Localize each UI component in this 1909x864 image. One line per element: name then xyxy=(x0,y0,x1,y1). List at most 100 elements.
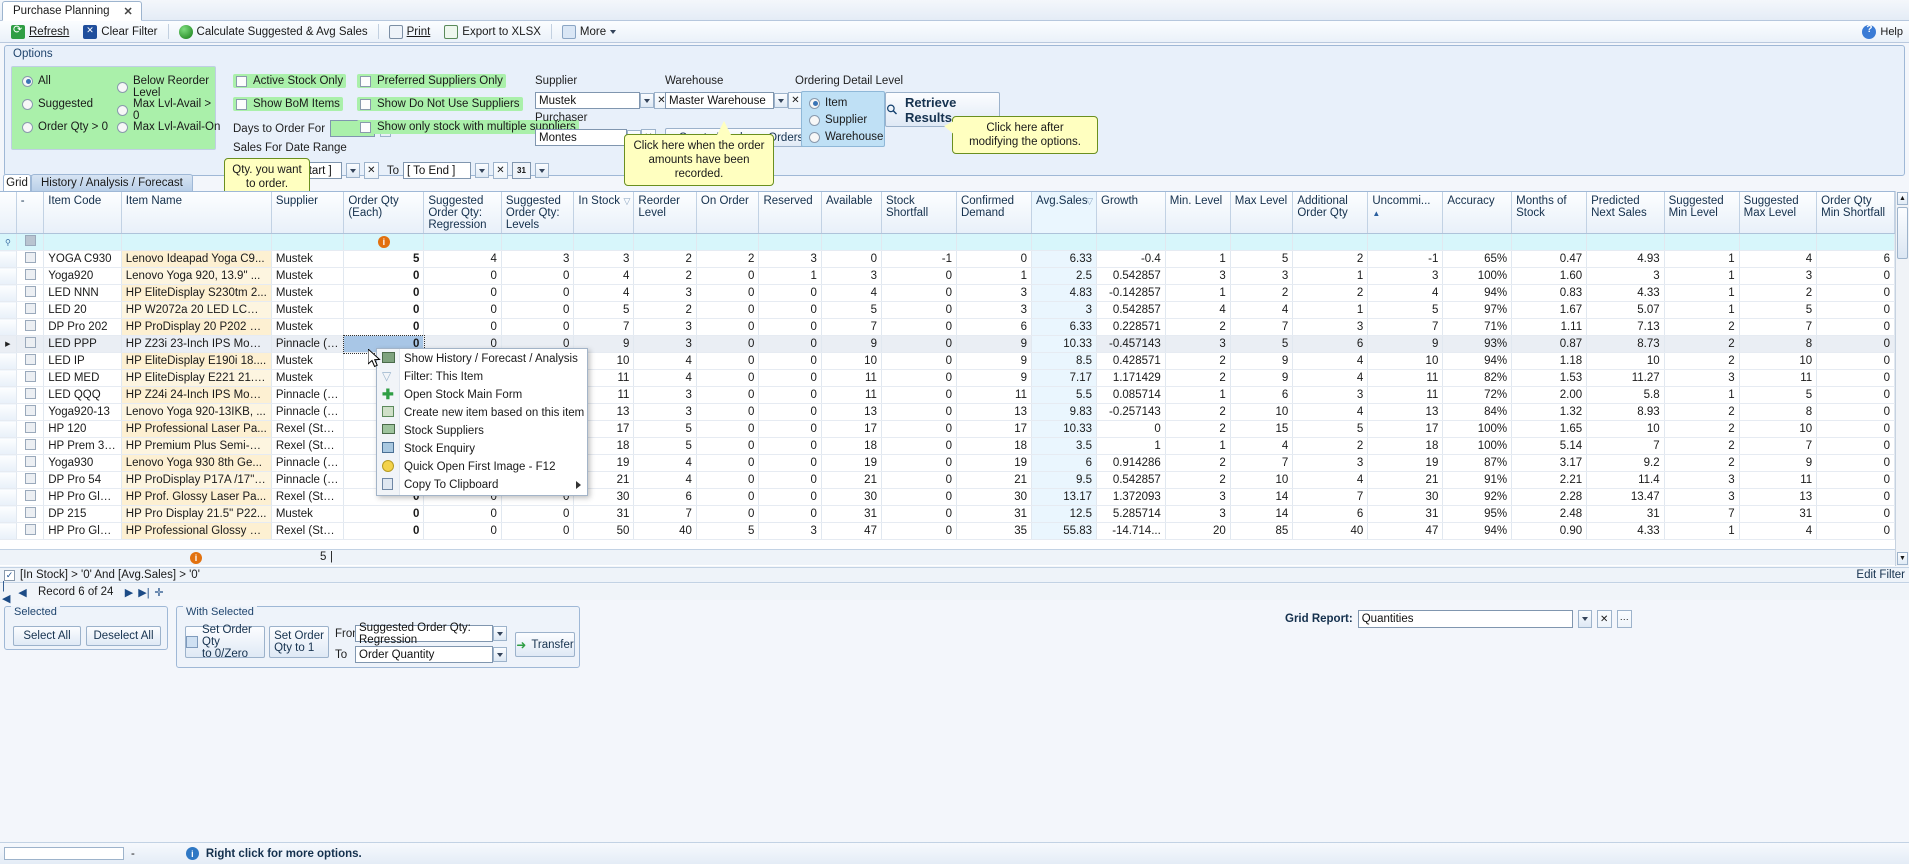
cell-value[interactable]: 7 xyxy=(1230,454,1294,472)
cell-value[interactable]: 31 xyxy=(956,505,1033,523)
cell-value[interactable]: 0 xyxy=(343,522,425,540)
cell-value[interactable]: 6 xyxy=(1230,386,1294,404)
table-row[interactable]: HP Prem 300 HP Premium Plus Semi-glo... Re… xyxy=(0,437,1895,455)
cell-value[interactable]: 5 xyxy=(1292,420,1369,438)
cell-value[interactable]: 3.5 xyxy=(1031,437,1098,455)
context-menu-item-7[interactable]: Copy To Clipboard xyxy=(377,476,587,494)
cell-value[interactable]: 2.28 xyxy=(1511,488,1588,506)
checkbox-preferred-suppliers-only[interactable]: Preferred Suppliers Only xyxy=(357,74,506,88)
cell-value[interactable]: 6 xyxy=(956,318,1033,336)
cell-value[interactable]: 18 xyxy=(956,437,1033,455)
row-select-checkbox[interactable] xyxy=(16,284,45,302)
cell-value[interactable]: 7 xyxy=(1664,505,1740,523)
cell-value[interactable]: 1 xyxy=(1664,386,1740,404)
table-row[interactable]: Yoga920-13 Lenovo Yoga 920-13IKB, ... Pinn… xyxy=(0,403,1895,421)
filter-cell[interactable] xyxy=(1664,233,1740,251)
cell-supplier[interactable]: Rexel (Stat... xyxy=(271,420,345,438)
cell-value[interactable]: 1 xyxy=(1165,386,1231,404)
cell-value[interactable]: 9 xyxy=(821,335,882,353)
cell-value[interactable]: 2 xyxy=(696,250,760,268)
cell-value[interactable]: 8 xyxy=(1739,403,1818,421)
cell-value[interactable]: 0 xyxy=(881,522,957,540)
cell-value[interactable]: 0 xyxy=(881,437,957,455)
table-row[interactable]: LED 20 HP W2072a 20 LED LCD ... Mustek 0 0 0 5… xyxy=(0,301,1895,319)
cell-value[interactable]: 0 xyxy=(881,318,957,336)
cell-value[interactable]: 2 xyxy=(1165,369,1231,387)
cell-item-name[interactable]: HP ProDisplay P17A /17" ... xyxy=(121,471,272,489)
cell-value[interactable]: 0 xyxy=(758,437,822,455)
cell-value[interactable]: 4 xyxy=(1739,522,1818,540)
cell-item-code[interactable]: HP Prem 300 xyxy=(43,437,122,455)
context-menu-item-3[interactable]: Create new item based on this item xyxy=(377,404,587,422)
info-icon[interactable]: i xyxy=(185,847,199,860)
export-xlsx-button[interactable]: Export to XLSX xyxy=(437,23,548,41)
cell-value[interactable]: 0 xyxy=(343,301,425,319)
cell-value[interactable]: 47 xyxy=(1367,522,1444,540)
cell-item-name[interactable]: HP EliteDisplay S230tm 2... xyxy=(121,284,272,302)
table-row[interactable]: HP 120 HP Professional Laser Pa... Rexel (… xyxy=(0,420,1895,438)
cell-value[interactable]: 0 xyxy=(343,284,425,302)
cell-value[interactable]: 8.5 xyxy=(1031,352,1098,370)
cell-supplier[interactable]: Rexel (Stat... xyxy=(271,522,345,540)
cell-value[interactable]: 5.14 xyxy=(1511,437,1588,455)
cell-value[interactable]: 0 xyxy=(696,403,760,421)
table-row[interactable]: YOGA C930 Lenovo Ideapad Yoga C9... Mustek… xyxy=(0,250,1895,268)
cell-value[interactable]: 3 xyxy=(1165,488,1231,506)
col-reserved[interactable]: Reserved xyxy=(758,192,822,234)
clear-grid-report-button[interactable]: ✕ xyxy=(1596,610,1612,628)
chevron-down-icon[interactable] xyxy=(493,626,507,641)
row-select-checkbox[interactable] xyxy=(16,318,45,336)
cell-value[interactable]: 40 xyxy=(633,522,697,540)
cell-value[interactable]: 1.18 xyxy=(1511,352,1588,370)
scroll-down-icon[interactable]: ▼ xyxy=(1897,552,1908,565)
col-suggested-min-level[interactable]: Suggested Min Level xyxy=(1664,192,1740,234)
cell-value[interactable]: 0 xyxy=(758,335,822,353)
col-available[interactable]: Available xyxy=(821,192,882,234)
cell-value[interactable]: 3 xyxy=(1031,301,1098,319)
cell-value[interactable]: 2.00 xyxy=(1511,386,1588,404)
cell-value[interactable]: 0 xyxy=(758,403,822,421)
cell-value[interactable]: 1 xyxy=(1664,267,1740,285)
cell-value[interactable]: 0 xyxy=(881,301,957,319)
cell-item-code[interactable]: Yoga930 xyxy=(43,454,122,472)
with-selected-from-select[interactable]: Suggested Order Qty: Regression xyxy=(355,622,493,646)
cell-value[interactable]: 11.27 xyxy=(1586,369,1665,387)
cell-value[interactable]: 4 xyxy=(633,454,697,472)
filter-icon[interactable]: ▽ xyxy=(1086,195,1093,207)
cell-value[interactable]: 3 xyxy=(758,522,822,540)
cell-value[interactable]: 0 xyxy=(343,505,425,523)
cell-value[interactable]: 0 xyxy=(501,284,575,302)
info-icon[interactable]: i xyxy=(190,552,202,564)
cell-value[interactable]: 0 xyxy=(956,250,1033,268)
cell-value[interactable]: 10 xyxy=(1367,352,1444,370)
cell-item-name[interactable]: HP Z24i 24-Inch IPS Monitor xyxy=(121,386,272,404)
cell-item-name[interactable]: Lenovo Yoga 920, 13.9" ... xyxy=(121,267,272,285)
cell-item-name[interactable]: HP Pro Display 21.5" P22... xyxy=(121,505,272,523)
cell-value[interactable]: 11 xyxy=(821,369,882,387)
col-suggested-max-level[interactable]: Suggested Max Level xyxy=(1739,192,1818,234)
row-select-checkbox[interactable] xyxy=(16,335,45,353)
cell-value[interactable]: 3 xyxy=(1165,267,1231,285)
cell-value[interactable]: 0.228571 xyxy=(1096,318,1166,336)
cell-value[interactable]: 1 xyxy=(1664,284,1740,302)
cell-value[interactable]: 1 xyxy=(1096,437,1166,455)
table-row[interactable]: LED MED HP EliteDisplay E221 21.5... Muste… xyxy=(0,369,1895,387)
cell-value[interactable]: -1 xyxy=(881,250,957,268)
cell-item-code[interactable]: LED QQQ xyxy=(43,386,122,404)
col-predicted-next-sales[interactable]: Predicted Next Sales xyxy=(1586,192,1665,234)
cell-value[interactable]: 4 xyxy=(633,352,697,370)
nav-first-icon[interactable]: |◀ xyxy=(2,580,13,605)
context-menu-item-5[interactable]: Stock Enquiry xyxy=(377,440,587,458)
cell-value[interactable]: 0 xyxy=(758,505,822,523)
cell-value[interactable]: 0 xyxy=(696,386,760,404)
cell-value[interactable]: 2 xyxy=(1664,335,1740,353)
cell-value[interactable]: 2 xyxy=(1664,352,1740,370)
cell-value[interactable]: 0 xyxy=(696,454,760,472)
cell-value[interactable]: 6 xyxy=(1816,250,1895,268)
cell-value[interactable]: 4 xyxy=(1165,301,1231,319)
cell-value[interactable]: 5.285714 xyxy=(1096,505,1166,523)
row-select-checkbox[interactable] xyxy=(16,250,45,268)
cell-value[interactable]: 0 xyxy=(758,454,822,472)
cell-item-code[interactable]: HP 120 xyxy=(43,420,122,438)
cell-value[interactable]: 2 xyxy=(1664,420,1740,438)
